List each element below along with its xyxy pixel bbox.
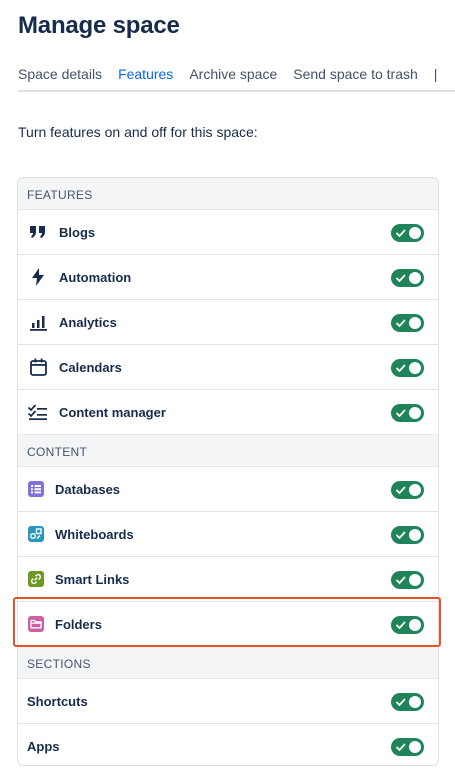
link-icon	[27, 568, 45, 590]
feature-label: Content manager	[59, 404, 166, 420]
calendar-icon	[27, 356, 49, 378]
section-label: Apps	[27, 739, 60, 754]
feature-label: Automation	[59, 269, 132, 285]
quote-icon	[27, 221, 49, 243]
feature-label: Blogs	[59, 224, 96, 240]
tab-send-space-to-trash[interactable]: Send space to trash	[293, 66, 418, 90]
content-label: Smart Links	[55, 571, 130, 587]
apps-toggle[interactable]	[391, 738, 424, 756]
databases-toggle[interactable]	[391, 481, 424, 499]
calendars-toggle[interactable]	[391, 359, 424, 377]
content-row-smart-links: Smart Links	[18, 557, 438, 602]
analytics-toggle[interactable]	[391, 314, 424, 332]
whiteboards-toggle[interactable]	[391, 526, 424, 544]
content-label: Whiteboards	[55, 526, 134, 542]
shortcuts-toggle[interactable]	[391, 693, 424, 711]
content-row-databases: Databases	[18, 467, 438, 512]
whiteboard-icon	[27, 523, 45, 545]
bar-chart-icon	[27, 311, 49, 333]
content-manager-toggle[interactable]	[391, 404, 424, 422]
feature-row-blogs: Blogs	[18, 210, 438, 255]
feature-row-calendars: Calendars	[18, 345, 438, 390]
checklist-icon	[27, 401, 49, 423]
section-header-content: CONTENT	[18, 435, 438, 467]
tab-overflow-partial[interactable]: |	[434, 66, 444, 90]
lightning-icon	[27, 266, 49, 288]
section-label: Shortcuts	[27, 693, 88, 709]
feature-label: Analytics	[59, 314, 117, 330]
intro-text: Turn features on and off for this space:	[18, 124, 258, 140]
tab-bar: Space details Features Archive space Sen…	[18, 66, 455, 92]
content-row-folders: Folders	[18, 602, 438, 647]
section-header-features: FEATURES	[18, 178, 438, 210]
tab-features[interactable]: Features	[118, 66, 173, 90]
section-row-shortcuts: Shortcuts	[18, 679, 438, 724]
feature-label: Calendars	[59, 359, 122, 375]
features-panel: FEATURES Blogs Automation Analytics Cale…	[17, 177, 439, 766]
content-row-whiteboards: Whiteboards	[18, 512, 438, 557]
database-icon	[27, 478, 45, 500]
feature-row-content-manager: Content manager	[18, 390, 438, 435]
manage-space-page: Manage space Space details Features Arch…	[0, 0, 455, 775]
blogs-toggle[interactable]	[391, 224, 424, 242]
feature-row-analytics: Analytics	[18, 300, 438, 345]
tab-archive-space[interactable]: Archive space	[189, 66, 277, 90]
page-title: Manage space	[18, 12, 180, 39]
section-row-apps: Apps	[18, 724, 438, 765]
content-label: Databases	[55, 481, 121, 497]
smart-links-toggle[interactable]	[391, 571, 424, 589]
folders-toggle[interactable]	[391, 616, 424, 634]
automation-toggle[interactable]	[391, 269, 424, 287]
folder-icon	[27, 613, 45, 635]
tab-space-details[interactable]: Space details	[18, 66, 102, 90]
section-header-sections: SECTIONS	[18, 647, 438, 679]
feature-row-automation: Automation	[18, 255, 438, 300]
content-label: Folders	[55, 616, 102, 632]
